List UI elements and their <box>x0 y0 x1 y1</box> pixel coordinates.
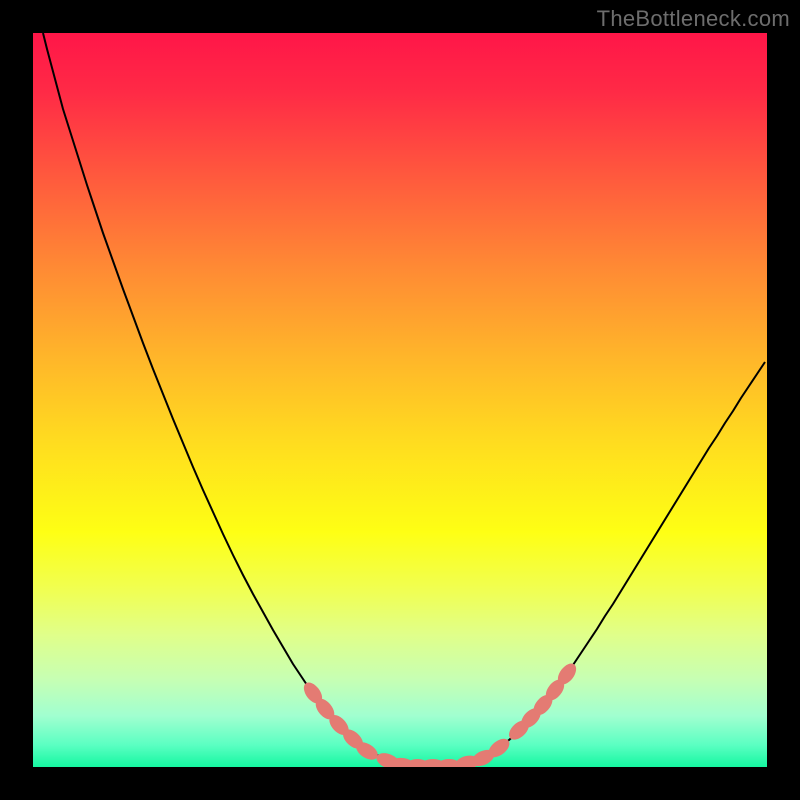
bottleneck-curve <box>43 33 765 766</box>
bottleneck-chart <box>33 33 767 767</box>
watermark-text: TheBottleneck.com <box>597 6 790 32</box>
chart-svg <box>33 33 767 767</box>
marker-group <box>300 660 580 767</box>
